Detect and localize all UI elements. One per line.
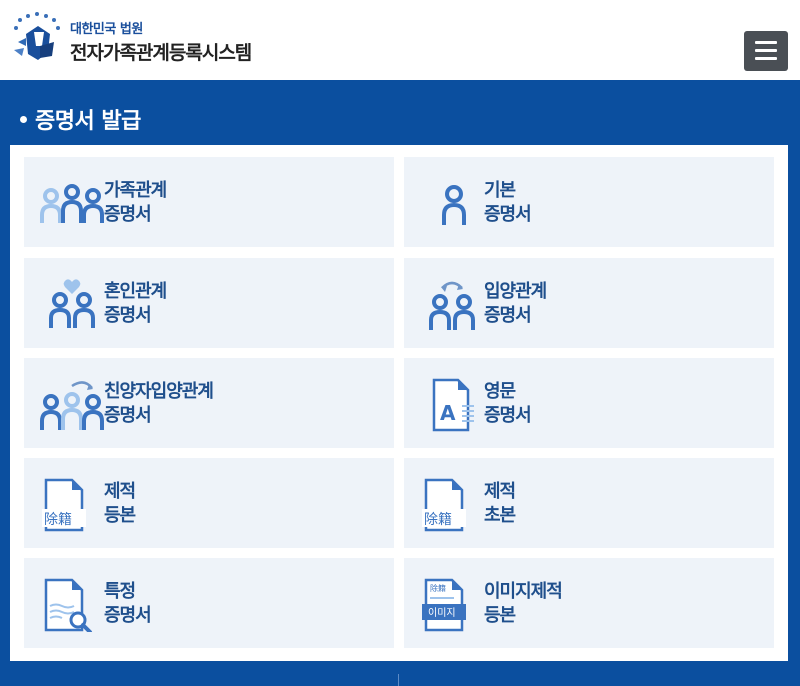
card-label: 기본 증명서 xyxy=(484,180,532,225)
card-marriage-relation[interactable]: 혼인관계 증명서 xyxy=(24,258,394,348)
card-family-relation[interactable]: 가족관계 증명서 xyxy=(24,157,394,247)
card-label: 특정 증명서 xyxy=(104,581,152,626)
svg-text:除籍: 除籍 xyxy=(44,511,72,528)
card-image-removed-register[interactable]: 除籍 이미지 이미지제적 등본 xyxy=(404,558,774,648)
card-label: 친양자입양관계 증명서 xyxy=(104,381,214,426)
image-document-icon: 除籍 이미지 xyxy=(422,578,466,632)
svg-text:除籍: 除籍 xyxy=(430,583,446,593)
card-label: 가족관계 증명서 xyxy=(104,180,167,225)
card-basic[interactable]: 기본 증명서 xyxy=(404,157,774,247)
card-label: 제적 등본 xyxy=(104,481,136,526)
header: 대한민국 법원 전자가족관계등록시스템 xyxy=(0,0,800,80)
certificate-panel: 가족관계 증명서 기본 증명서 혼인관계 증명서 입양관계 증명서 친양자입양관… xyxy=(10,145,788,661)
footer-divider xyxy=(398,674,399,686)
removed-register-document-icon: 除籍 xyxy=(42,478,86,532)
card-specific[interactable]: 특정 증명서 xyxy=(24,558,394,648)
card-label: 영문 증명서 xyxy=(484,381,532,426)
card-removed-register-excerpt[interactable]: 除籍 제적 초본 xyxy=(404,458,774,548)
system-name[interactable]: 전자가족관계등록시스템 xyxy=(70,38,252,65)
card-english[interactable]: A 영문 증명서 xyxy=(404,358,774,448)
card-adoption-relation[interactable]: 입양관계 증명서 xyxy=(404,258,774,348)
single-person-icon xyxy=(442,185,466,225)
card-label: 혼인관계 증명서 xyxy=(104,281,167,326)
three-people-exchange-icon xyxy=(40,381,104,430)
card-label: 입양관계 증명서 xyxy=(484,281,547,326)
card-full-adoption-relation[interactable]: 친양자입양관계 증명서 xyxy=(24,358,394,448)
card-removed-register-full[interactable]: 除籍 제적 등본 xyxy=(24,458,394,548)
svg-text:除籍: 除籍 xyxy=(424,511,452,528)
svg-text:이미지: 이미지 xyxy=(428,607,456,619)
hamburger-menu-icon[interactable] xyxy=(744,31,788,71)
two-people-exchange-icon xyxy=(429,281,475,330)
court-name: 대한민국 법원 xyxy=(70,22,143,37)
court-logo-icon xyxy=(14,12,60,60)
card-label: 제적 초본 xyxy=(484,481,516,526)
card-label: 이미지제적 등본 xyxy=(484,581,563,626)
three-people-icon xyxy=(40,184,104,223)
section-title: 증명서 발급 xyxy=(20,103,141,135)
couple-heart-icon xyxy=(49,279,95,328)
svg-text:A: A xyxy=(440,401,456,425)
bullet-dot xyxy=(20,115,27,123)
removed-register-document-icon: 除籍 xyxy=(422,478,466,532)
english-document-icon: A xyxy=(432,378,474,432)
document-search-icon xyxy=(44,578,92,632)
